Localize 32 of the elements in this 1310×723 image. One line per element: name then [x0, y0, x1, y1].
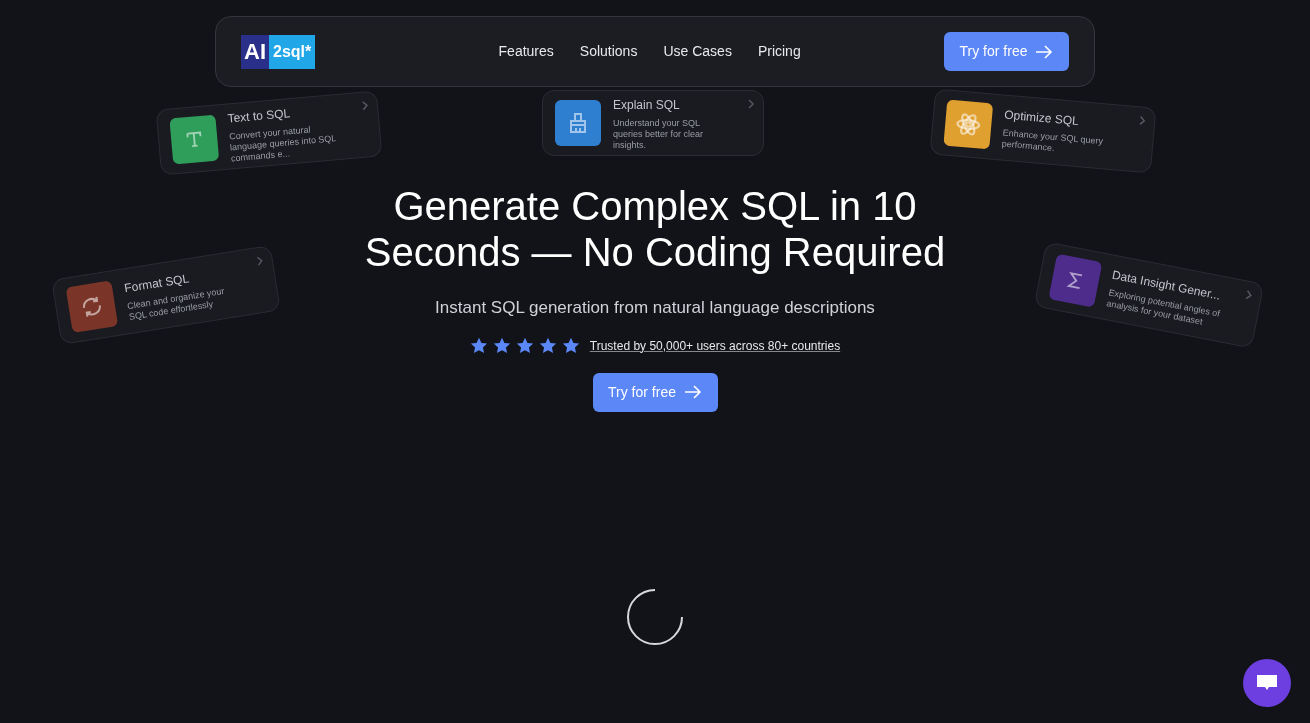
- chevron-right-icon: [255, 255, 265, 267]
- nav-link[interactable]: Use Cases: [663, 41, 732, 62]
- chat-icon: [1256, 674, 1278, 692]
- chevron-right-icon: [1243, 289, 1254, 301]
- star-icon: [538, 337, 557, 354]
- trust-text: Trusted by 50,000+ users across 80+ countries: [589, 337, 841, 355]
- chevron-right-icon: [360, 100, 370, 111]
- feature-description: Convert your natural language queries into SQL commands e...: [228, 123, 338, 164]
- feature-card[interactable]: Explain SQL Understand your SQL queries better for clear insights.: [542, 90, 764, 156]
- feature-card[interactable]: Optimize SQL Enhance your SQL query performance.: [929, 88, 1157, 174]
- chat-button[interactable]: [1243, 659, 1291, 707]
- star-icon: [515, 337, 534, 354]
- feature-card[interactable]: Format SQL Clean and organize your SQL code effortlessly: [51, 245, 281, 345]
- hero-title: Generate Complex SQL in 10 Seconds — No Coding Required: [363, 183, 947, 275]
- star-icon: [469, 337, 488, 354]
- loading-spinner-icon: [626, 587, 684, 646]
- arrow-right-icon: [683, 385, 702, 399]
- feature-title: Explain SQL: [613, 96, 680, 114]
- hero-subtitle: Instant SQL generation from natural language descriptions: [435, 297, 875, 319]
- nav-link[interactable]: Pricing: [757, 41, 801, 62]
- feature-title: Optimize SQL: [1003, 106, 1080, 129]
- nav-link[interactable]: Solutions: [579, 41, 638, 62]
- nav-link[interactable]: Features: [498, 41, 554, 62]
- chevron-right-icon: [747, 99, 755, 109]
- arrow-right-icon: [1035, 44, 1054, 59]
- star-icon: [561, 337, 580, 354]
- feature-description: Understand your SQL queries better for clear insights.: [613, 117, 705, 151]
- feature-card[interactable]: Text to SQL Convert your natural language queries into SQL commands e...: [155, 90, 383, 176]
- star-icon: [492, 337, 511, 354]
- chevron-right-icon: [1137, 115, 1147, 126]
- feature-title: Text to SQL: [226, 104, 291, 126]
- feature-description: Enhance your SQL query performance.: [1001, 127, 1105, 156]
